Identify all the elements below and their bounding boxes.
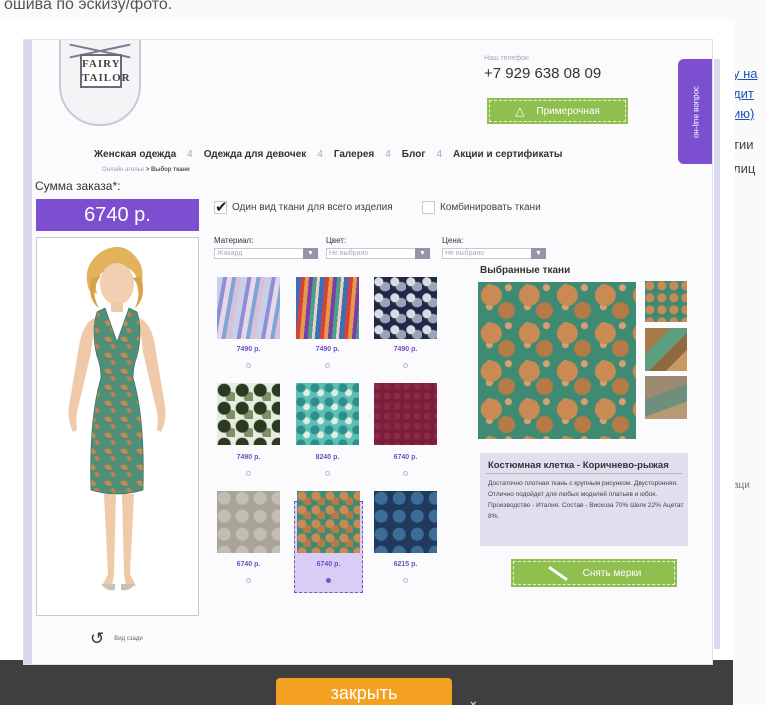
fabric-radio[interactable] [325,471,330,476]
price-filter-label: Цена: [442,236,464,245]
rotate-icon: ↺ [90,629,105,648]
fabric-price: 6215 р. [393,561,418,568]
single-fabric-label: Один вид ткани для всего изделия [232,202,393,213]
left-border-stripe [24,40,32,664]
color-select[interactable]: Не выбрано ▼ [326,248,430,259]
close-x-icon[interactable]: ✕ [469,700,477,705]
measuring-tape-icon [547,565,568,581]
price-select[interactable]: Не выбрано ▼ [442,248,546,259]
fitting-room-button[interactable]: △ Примерочная [487,98,628,124]
fitting-room-label: Примерочная [536,105,600,117]
fabric-radio[interactable] [403,471,408,476]
nav-item-girls-clothing[interactable]: Одежда для девочек [204,149,307,160]
fabric-swatch[interactable] [374,383,437,445]
fairy-tailor-logo[interactable]: FAIRY TAILOR [59,40,141,126]
fabric-swatch[interactable] [217,277,280,339]
close-button[interactable]: закрыть [276,678,452,705]
fabric-name: Костюмная клетка - Коричнево-рыжая [488,460,669,471]
hanger-icon: △ [515,104,525,118]
nav-item-blog[interactable]: Блог [402,149,426,160]
fabric-info-panel: Костюмная клетка - Коричнево-рыжая Доста… [480,453,688,546]
fabric-price: 7490 р. [236,346,261,353]
chevron-down-icon: ▼ [303,248,318,259]
model-figure [68,246,166,591]
modal-scrollbar[interactable] [714,59,720,649]
nav-item-womens-clothing[interactable]: Женская одежда [94,149,176,160]
fabric-thumbnail[interactable] [645,328,687,371]
take-measurements-button[interactable]: Снять мерки [511,559,677,587]
fabric-selection-modal: FAIRY TAILOR Наш телефон +7 929 638 08 0… [0,20,735,665]
material-filter-label: Материал: [214,236,254,245]
single-fabric-checkbox[interactable] [214,198,228,216]
model-preview [36,237,199,616]
combine-fabrics-checkbox[interactable] [422,201,435,214]
backdrop-text: ошива по эскизу/фото. [4,0,173,13]
backdrop-text: аци [733,480,750,491]
phone-label: Наш телефон [484,55,529,62]
fabric-swatch[interactable] [296,383,359,445]
fabric-radio[interactable] [246,363,251,368]
fabric-radio[interactable] [403,578,408,583]
phone-number[interactable]: +7 929 638 08 09 [484,65,601,82]
back-view-toggle[interactable]: ↺ Вид сзади [90,629,143,649]
fabric-price: 6740 р. [393,454,418,461]
fabric-radio[interactable] [246,578,251,583]
color-filter-label: Цвет: [326,236,347,245]
backdrop-link[interactable]: дит [733,86,754,101]
chevron-down-icon: ▼ [531,248,546,259]
breadcrumb-current: > Выбор ткани [145,167,190,173]
fabric-price: 7490 р. [315,346,340,353]
fabric-swatch[interactable] [217,491,280,553]
fabric-price: 6740 р. [316,561,341,568]
backdrop-link[interactable]: ию) [733,106,754,121]
backdrop-page-right: у на дит ию) тии лиц аци [733,24,767,705]
order-sum-value: 6740 р. [36,199,199,231]
backdrop-text: лиц [733,161,756,176]
fabric-selection-page: FAIRY TAILOR Наш телефон +7 929 638 08 0… [23,39,713,665]
chevron-down-icon: ▼ [415,248,430,259]
fabric-description: Достаточно плотная ткань с крупным рисун… [488,480,684,520]
selected-fabric-preview [478,282,636,439]
combine-fabrics-option[interactable]: Комбинировать ткани [422,201,541,214]
fabric-radio[interactable] [246,471,251,476]
fabric-radio-selected[interactable] [326,578,331,583]
order-sum-label: Сумма заказа*: [35,179,121,193]
breadcrumb: Онлайн ателье > Выбор ткани [102,167,190,173]
selected-fabrics-title: Выбранные ткани [480,265,571,276]
fabric-radio[interactable] [403,363,408,368]
backdrop-text: тии [733,137,754,152]
main-navigation: Женская одежда 4 Одежда для девочек 4 Га… [94,149,563,160]
combine-fabrics-label: Комбинировать ткани [440,202,541,213]
fabric-thumbnail[interactable] [645,281,687,322]
fabric-swatch[interactable] [374,491,437,553]
backdrop-link[interactable]: у на [733,66,758,81]
fabric-swatch[interactable] [296,277,359,339]
back-view-label: Вид сзади [114,636,143,642]
nav-item-gallery[interactable]: Галерея [334,149,374,160]
fabric-radio[interactable] [325,363,330,368]
single-fabric-option[interactable]: Один вид ткани для всего изделия [214,198,393,216]
fabric-swatch[interactable] [374,277,437,339]
fabric-price: 7490 р. [393,346,418,353]
take-measurements-label: Снять мерки [582,567,642,579]
fabric-swatch[interactable] [217,383,280,445]
breadcrumb-parent[interactable]: Онлайн ателье [102,167,144,173]
fabric-price: 7490 р. [236,454,261,461]
fabric-swatch[interactable] [297,491,360,553]
fabric-price: 8240 р. [315,454,340,461]
nav-item-promotions[interactable]: Акции и сертификаты [453,149,562,160]
fabric-thumbnail[interactable] [645,376,687,419]
material-select[interactable]: Жакард ▼ [214,248,318,259]
fabric-price: 6740 р. [236,561,261,568]
online-question-tab[interactable]: он-line вопрос [678,59,712,164]
online-question-label: он-line вопрос [691,85,701,138]
